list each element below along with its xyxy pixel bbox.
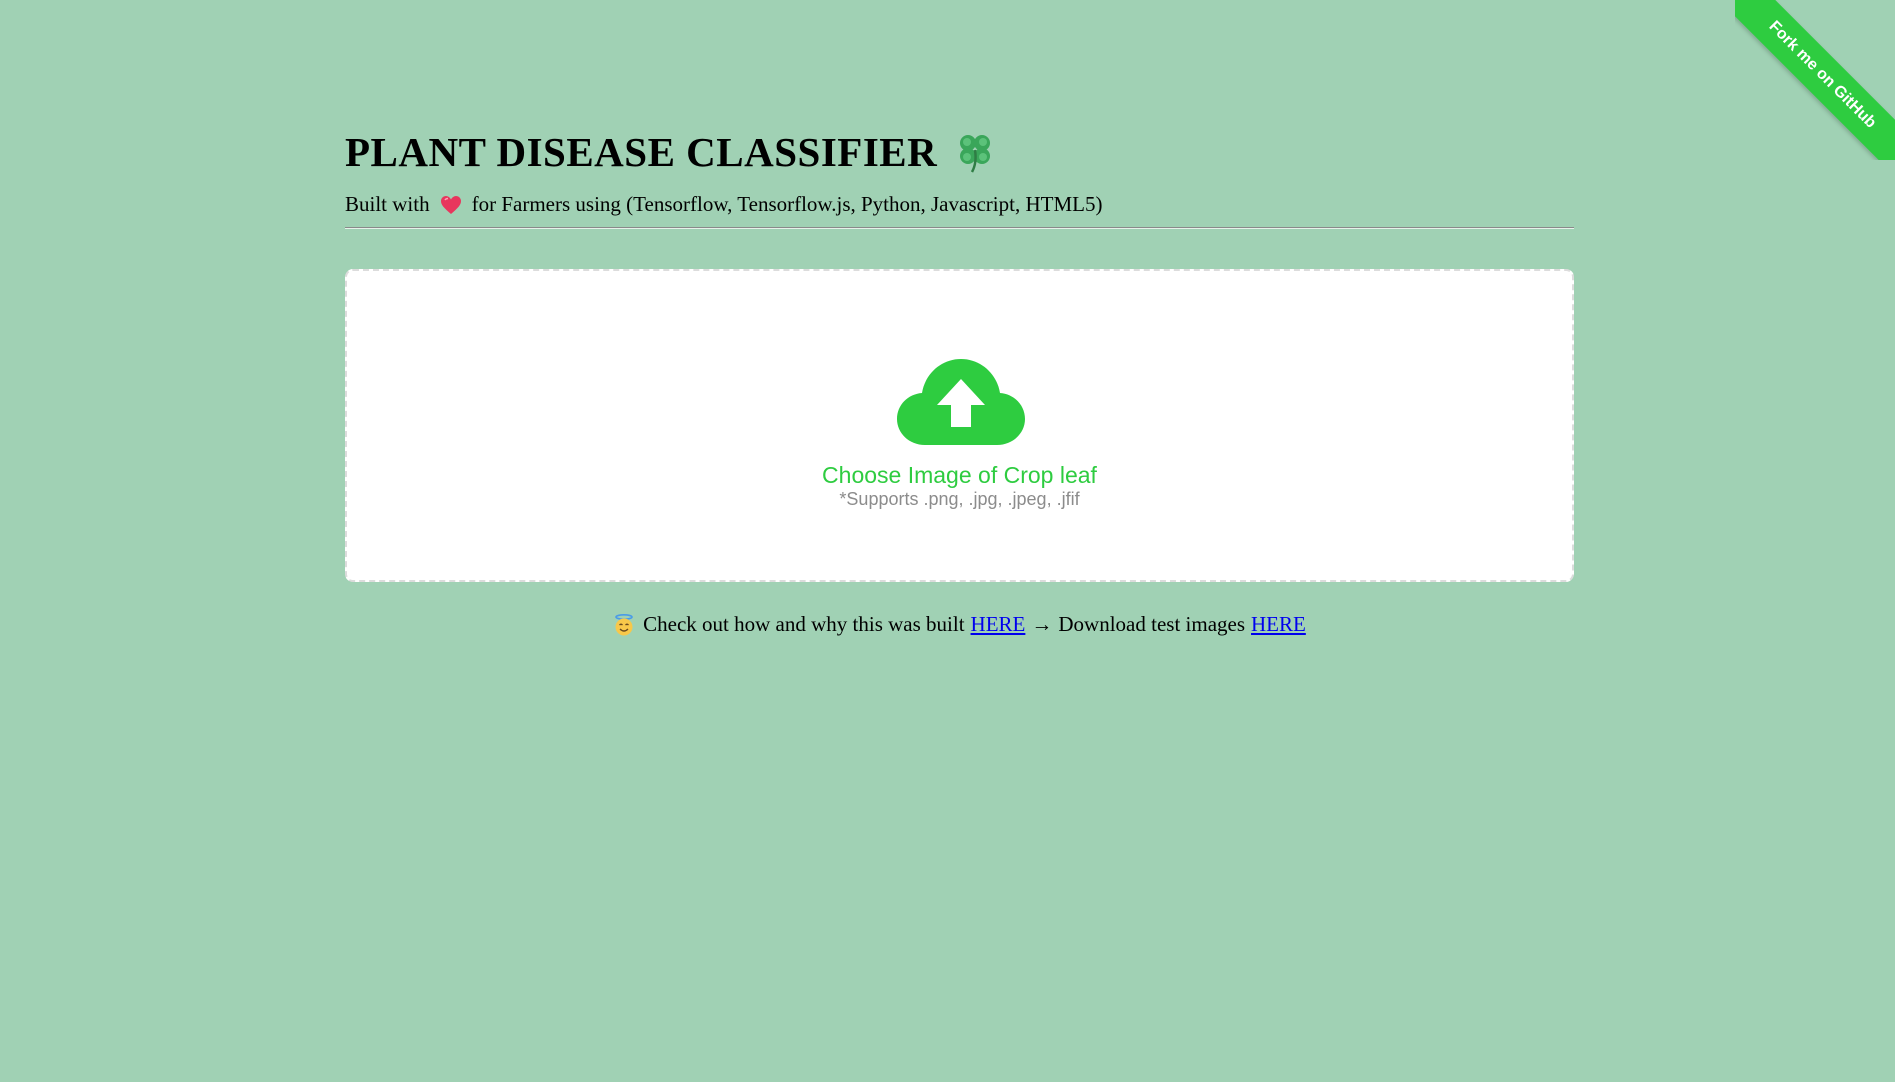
page: PLANT DISEASE CLASSIFIER Built with for … [0,0,1895,1082]
test-images-link[interactable]: HERE [1251,612,1306,637]
cloud-upload-icon [897,359,1025,445]
subtitle-suffix: for Farmers using (Tensorflow, Tensorflo… [471,192,1103,216]
github-ribbon-container: Fork me on GitHub [1735,0,1895,160]
heart-icon [440,195,461,214]
image-upload-dropzone[interactable]: Choose Image of Crop leaf *Supports .png… [345,269,1574,582]
footer-text-download: Download test images [1058,612,1246,636]
footer-links: Check out how and why this was built HER… [345,612,1574,642]
subtitle: Built with for Farmers using (Tensorflow… [345,192,1102,217]
page-title: PLANT DISEASE CLASSIFIER [345,128,995,176]
header-divider [345,227,1574,229]
four-leaf-clover-icon [960,135,991,173]
arrow-icon: → [1031,612,1053,636]
smiling-face-with-halo-icon [615,613,633,635]
fork-me-on-github-ribbon[interactable]: Fork me on GitHub [1735,0,1895,160]
choose-image-label[interactable]: Choose Image of Crop leaf [347,462,1572,489]
footer-text-built: Check out how and why this was built [643,612,965,636]
subtitle-prefix: Built with [345,192,430,216]
blog-link[interactable]: HERE [971,612,1026,637]
supported-formats-hint: *Supports .png, .jpg, .jpeg, .jfif [839,489,1080,509]
page-title-text: PLANT DISEASE CLASSIFIER [345,129,938,175]
